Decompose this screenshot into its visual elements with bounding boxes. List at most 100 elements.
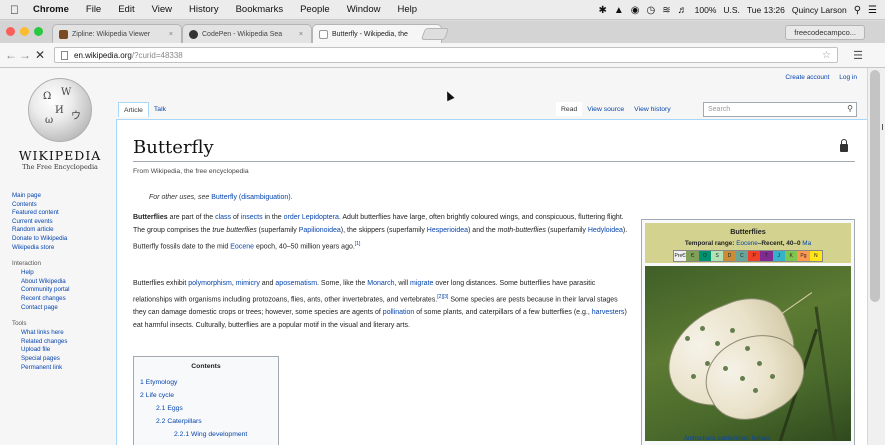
toc-item[interactable]: 2.2 Caterpillars — [140, 415, 272, 428]
battery-percent[interactable]: 100% — [695, 5, 717, 15]
infobox-caption[interactable]: Anthocharis cardamines, female — [684, 436, 770, 442]
chrome-menu-icon[interactable]: ☰ — [853, 49, 863, 62]
sidebar-item-related[interactable]: Related changes — [12, 338, 112, 347]
eocene-link[interactable]: Eocene — [736, 240, 758, 247]
toc-item[interactable]: 1 Etymology — [140, 376, 272, 389]
sidebar-item-help[interactable]: Help — [12, 269, 112, 278]
geologic-timeline[interactable]: PreЄ Є O S D C P T J K Pg N — [673, 250, 823, 262]
sidebar-item-recent-changes[interactable]: Recent changes — [12, 295, 112, 304]
timeline-period[interactable]: PreЄ — [674, 251, 687, 261]
sidebar-item-what-links[interactable]: What links here — [12, 329, 112, 338]
close-window-button[interactable] — [6, 27, 15, 36]
tab-zipline[interactable]: Zipline: Wikipedia Viewer × — [52, 24, 182, 43]
tab-article[interactable]: Article — [118, 102, 149, 117]
bluetooth-icon[interactable]: ▲ — [614, 5, 624, 16]
sidebar-heading-tools: Tools — [12, 320, 27, 328]
wordmark: WIKIPEDIA — [18, 148, 102, 163]
sidebar-item-community[interactable]: Community portal — [12, 286, 112, 295]
tagline: The Free Encyclopedia — [22, 163, 98, 171]
toc-item[interactable]: 2.2.1 Wing development — [140, 428, 272, 441]
menu-help[interactable]: Help — [397, 4, 417, 15]
menu-file[interactable]: File — [86, 4, 101, 15]
timeline-period[interactable]: D — [723, 251, 736, 261]
lock-icon[interactable] — [840, 139, 848, 152]
temporal-range: Temporal range: Eocene–Recent, 40–0 Ma — [645, 240, 851, 247]
wiki-search-input[interactable]: Search ⚲ — [703, 102, 857, 117]
minimize-window-button[interactable] — [20, 27, 29, 36]
timeline-period[interactable]: Pg — [797, 251, 810, 261]
sidebar-item-random[interactable]: Random article — [12, 226, 112, 235]
sidebar-item-contact[interactable]: Contact page — [12, 304, 112, 313]
menu-view[interactable]: View — [152, 4, 172, 15]
personal-tools: Create account Log in — [777, 74, 857, 81]
sidebar-item-store[interactable]: Wikipedia store — [12, 244, 112, 253]
toc-item[interactable]: 2 Life cycle — [140, 389, 272, 402]
wifi-icon[interactable]: ≋ — [662, 5, 670, 16]
log-in-link[interactable]: Log in — [839, 74, 857, 81]
menu-people[interactable]: People — [300, 4, 330, 15]
toc-item[interactable]: 2.1 Eggs — [140, 402, 272, 415]
stop-icon[interactable]: ✕ — [35, 48, 45, 62]
clock-icon[interactable]: ◷ — [647, 5, 656, 16]
sidebar-item-donate[interactable]: Donate to Wikipedia — [12, 235, 112, 244]
url-host: en.wikipedia.org — [74, 50, 132, 60]
new-tab-button[interactable] — [420, 28, 450, 40]
butterfly-image[interactable] — [645, 266, 851, 441]
timeline-period[interactable]: J — [772, 251, 785, 261]
forward-icon[interactable]: → — [19, 48, 31, 62]
user-name[interactable]: Quincy Larson — [792, 5, 847, 15]
sidebar-item-special[interactable]: Special pages — [12, 355, 112, 364]
apple-icon[interactable]:  — [10, 3, 19, 17]
sidebar-item-featured[interactable]: Featured content — [12, 209, 112, 218]
timeline-period[interactable]: T — [760, 251, 773, 261]
disambiguation-link[interactable]: Butterfly (disambiguation) — [211, 194, 290, 201]
sidebar-item-upload[interactable]: Upload file — [12, 346, 112, 355]
timeline-period[interactable]: O — [698, 251, 711, 261]
hatnote: For other uses, see Butterfly (disambigu… — [149, 194, 293, 201]
clock[interactable]: Tue 13:26 — [747, 5, 785, 15]
close-tab-icon[interactable]: × — [294, 31, 303, 38]
sidebar-item-permanent[interactable]: Permanent link — [12, 364, 112, 373]
tab-read[interactable]: Read — [556, 102, 583, 116]
menu-history[interactable]: History — [189, 4, 219, 15]
tab-title: CodePen - Wikipedia Sea — [202, 30, 283, 38]
gear-icon[interactable]: ✱ — [598, 5, 606, 16]
tab-view-source[interactable]: View source — [582, 102, 629, 116]
spotlight-icon[interactable]: ⚲ — [854, 5, 861, 16]
volume-icon[interactable]: ♬ — [678, 5, 688, 16]
sidebar-item-contents[interactable]: Contents — [12, 201, 112, 210]
timeline-period[interactable]: P — [747, 251, 761, 261]
close-tab-icon[interactable]: × — [164, 31, 173, 38]
title-divider — [133, 161, 855, 162]
menu-chrome[interactable]: Chrome — [33, 4, 69, 15]
bookmark-star-icon[interactable]: ☆ — [822, 50, 831, 61]
record-icon[interactable]: ◉ — [631, 5, 640, 16]
profile-button[interactable]: freecodecampco... — [785, 25, 865, 40]
menu-edit[interactable]: Edit — [118, 4, 134, 15]
sidebar-item-about[interactable]: About Wikipedia — [12, 278, 112, 287]
search-icon[interactable]: ⚲ — [847, 104, 853, 113]
timeline-period[interactable]: N — [809, 251, 822, 261]
timeline-period[interactable]: S — [710, 251, 724, 261]
zoom-window-button[interactable] — [34, 27, 43, 36]
temporal-range-value: –Recent, 40–0 — [757, 240, 801, 247]
create-account-link[interactable]: Create account — [785, 74, 829, 81]
tab-codepen[interactable]: CodePen - Wikipedia Sea × — [182, 24, 312, 43]
tab-view-history[interactable]: View history — [629, 102, 676, 116]
sidebar-item-main-page[interactable]: Main page — [12, 192, 112, 201]
back-icon[interactable]: ← — [5, 48, 17, 62]
timeline-period[interactable]: Є — [686, 251, 699, 261]
menu-bookmarks[interactable]: Bookmarks — [236, 4, 284, 15]
notification-center-icon[interactable]: ☰ — [868, 5, 877, 16]
ma-link[interactable]: Ma — [802, 240, 811, 247]
sidebar-item-current-events[interactable]: Current events — [12, 218, 112, 227]
input-locale[interactable]: U.S. — [723, 5, 740, 15]
timeline-period[interactable]: C — [735, 251, 748, 261]
scrollbar-thumb[interactable] — [870, 70, 880, 302]
mac-menu-bar:  Chrome File Edit View History Bookmark… — [0, 0, 885, 20]
wikipedia-logo[interactable]: Ω W И ウ ω WIKIPEDIA The Free Encyclopedi… — [10, 78, 110, 171]
menu-window[interactable]: Window — [347, 4, 381, 15]
tab-talk[interactable]: Talk — [149, 102, 171, 117]
timeline-period[interactable]: K — [784, 251, 798, 261]
address-bar[interactable]: en.wikipedia.org /?curid=48338 ☆ — [54, 47, 838, 63]
